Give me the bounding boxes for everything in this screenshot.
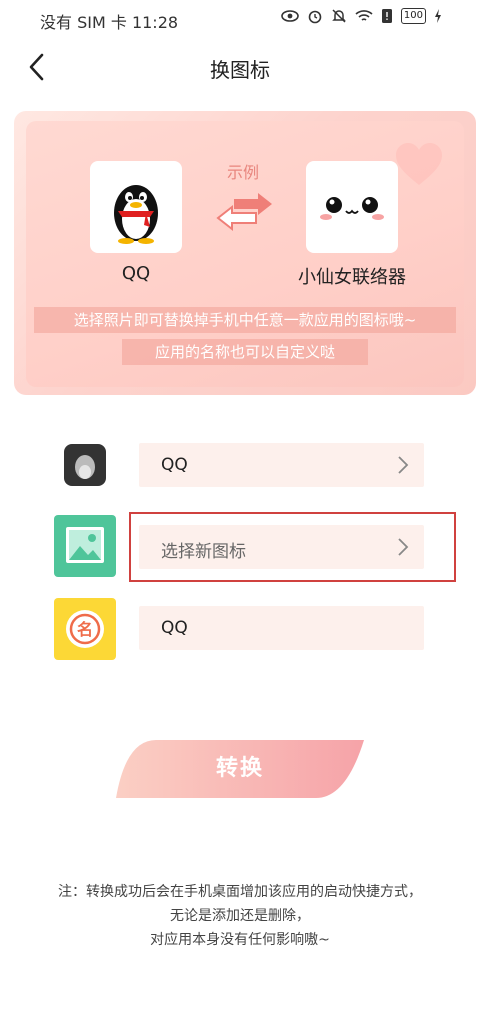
page-title: 换图标 [210,58,270,82]
status-carrier-time: 没有 SIM 卡 11:28 [40,13,179,32]
note-line1: 注：转换成功后会在手机桌面增加该应用的启动快捷方式， [58,884,422,900]
swap-arrows-icon [216,193,272,232]
wifi-icon [355,10,373,21]
qq-icon-card [90,161,182,253]
notes: 注：转换成功后会在手机桌面增加该应用的启动快捷方式， 无论是添加还是删除， 对应… [0,880,480,952]
image-icon [66,527,104,563]
slogan-line1: 选择照片即可替换掉手机中任意一款应用的图标哦~ [34,307,456,333]
status-bar: 没有 SIM 卡 11:28 100 [0,0,480,36]
alert-icon [381,9,392,23]
charging-icon [435,9,441,23]
alarm-icon [308,10,322,24]
svg-text:名: 名 [77,620,93,639]
note-line2: 无论是添加还是删除， [170,908,310,924]
sample-label: 示例 [227,163,260,182]
left-app-name: QQ [121,263,151,284]
highlight-box [129,512,456,582]
original-app-row[interactable]: QQ [139,443,424,487]
right-app-name: 小仙女联络器 [298,267,406,288]
status-icons: 100 [281,8,442,24]
mute-bell-icon [332,9,346,23]
note-line3: 对应用本身没有任何影响嗷~ [150,932,330,948]
convert-button-label: 转换 [215,756,264,781]
cute-face-icon [320,197,384,220]
eye-icon [281,10,299,22]
qq-penguin-icon [114,185,158,244]
original-app-label: QQ [161,455,188,475]
name-icon: 名 [54,598,116,660]
example-banner: 示例 QQ 小仙女联络器 选择照片即可替换掉手机中任意一款应用的图标哦~ 应用的… [14,111,476,395]
cute-icon-card [306,161,398,253]
chevron-right-icon [398,456,409,474]
name-tag-icon: 名 [66,610,104,648]
convert-button[interactable]: 转换 [116,740,364,798]
new-icon-preview[interactable] [54,515,116,577]
app-name-value: QQ [161,618,188,638]
battery-indicator: 100 [400,8,426,24]
slogan-line2: 应用的名称也可以自定义哒 [122,339,368,365]
qq-gray-icon [75,455,95,479]
app-name-input[interactable]: QQ [139,606,424,650]
original-app-icon [64,444,106,486]
heart-decor-icon [396,143,442,185]
